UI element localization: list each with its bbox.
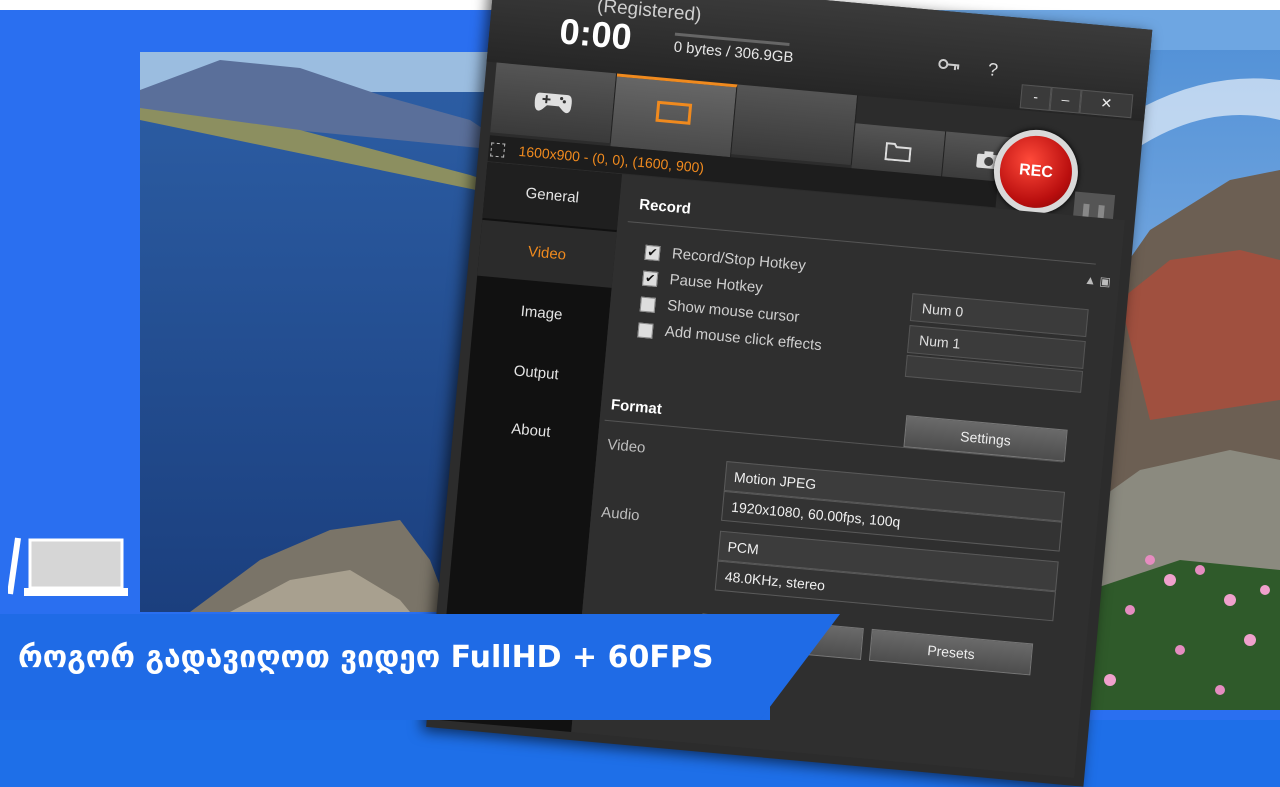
nav-about[interactable]: About <box>461 397 601 465</box>
checkbox-checked[interactable]: ✔ <box>644 244 661 261</box>
audio-format-label: Audio <box>600 503 641 525</box>
key-icon[interactable] <box>938 57 961 73</box>
video-title-caption: როგორ გადავიღოთ ვიდეო FullHD + 60FPS <box>18 640 714 675</box>
option-label: Show mouse cursor <box>666 297 801 326</box>
tab-game-mode[interactable] <box>490 62 618 144</box>
record-stop-hotkey-option[interactable]: ✔ Record/Stop Hotkey <box>644 243 807 275</box>
checkbox-checked[interactable]: ✔ <box>642 270 659 287</box>
tab-device-mode[interactable] <box>731 84 859 166</box>
record-timer: 0:00 <box>557 10 634 58</box>
presets-button[interactable]: Presets <box>868 628 1034 676</box>
nav-image[interactable]: Image <box>472 280 612 348</box>
restore-button[interactable]: – <box>1049 86 1082 114</box>
help-icon[interactable]: ? <box>987 59 999 81</box>
nav-general[interactable]: General <box>482 162 623 231</box>
show-mouse-cursor-option[interactable]: Show mouse cursor <box>639 295 801 326</box>
minimize-button[interactable]: - <box>1019 84 1052 111</box>
tab-screen-mode[interactable] <box>610 73 738 158</box>
checkbox-unchecked[interactable] <box>637 322 654 339</box>
record-section-title: Record <box>638 196 692 218</box>
option-label: Record/Stop Hotkey <box>671 245 807 275</box>
close-button[interactable]: ✕ <box>1079 89 1134 119</box>
checkbox-unchecked[interactable] <box>639 296 656 313</box>
caption-banner-edge <box>760 614 840 720</box>
video-format-label: Video <box>606 436 647 457</box>
format-section-title: Format <box>610 396 663 418</box>
nav-output[interactable]: Output <box>466 339 606 407</box>
nav-video[interactable]: Video <box>477 219 617 288</box>
selection-box-icon <box>490 142 506 158</box>
gamepad-icon <box>534 92 572 114</box>
pause-hotkey-option[interactable]: ✔ Pause Hotkey <box>642 269 763 297</box>
screen-rectangle-icon <box>655 100 693 125</box>
option-label: Add mouse click effects <box>664 322 823 355</box>
collapse-icon[interactable]: ▲ ▣ <box>1084 273 1112 289</box>
option-label: Pause Hotkey <box>668 271 764 297</box>
folder-icon <box>884 142 912 163</box>
laptop-icon <box>8 537 128 596</box>
